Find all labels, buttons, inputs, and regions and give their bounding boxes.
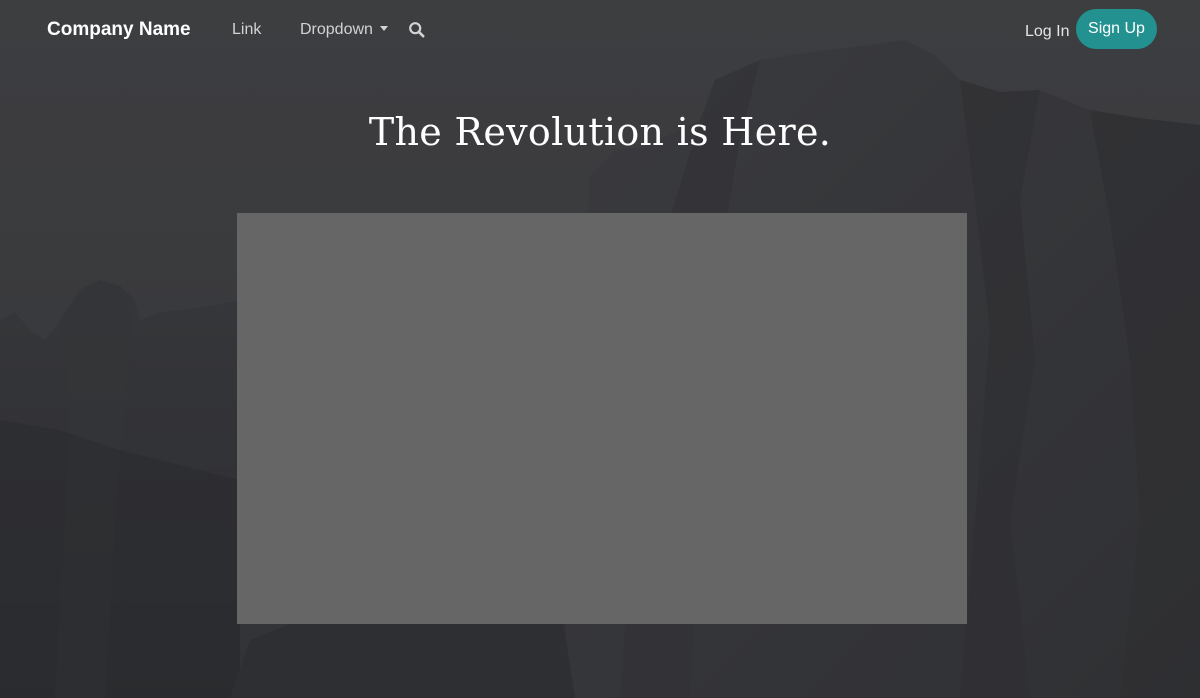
login-link[interactable]: Log In [1025, 21, 1069, 43]
chevron-down-icon [379, 26, 388, 31]
nav-link[interactable]: Link [232, 19, 261, 41]
nav-dropdown-label: Dropdown [300, 21, 373, 38]
top-navbar: Company Name Link Dropdown Log In Sign U… [0, 0, 1200, 60]
signup-button[interactable]: Sign Up [1076, 9, 1157, 49]
search-icon[interactable] [408, 21, 426, 39]
hero-section: Company Name Link Dropdown Log In Sign U… [0, 0, 1200, 698]
media-placeholder [237, 213, 967, 624]
brand-logo-link[interactable]: Company Name [47, 18, 191, 42]
nav-dropdown-toggle[interactable]: Dropdown [300, 19, 388, 41]
hero-headline: The Revolution is Here. [368, 110, 832, 154]
